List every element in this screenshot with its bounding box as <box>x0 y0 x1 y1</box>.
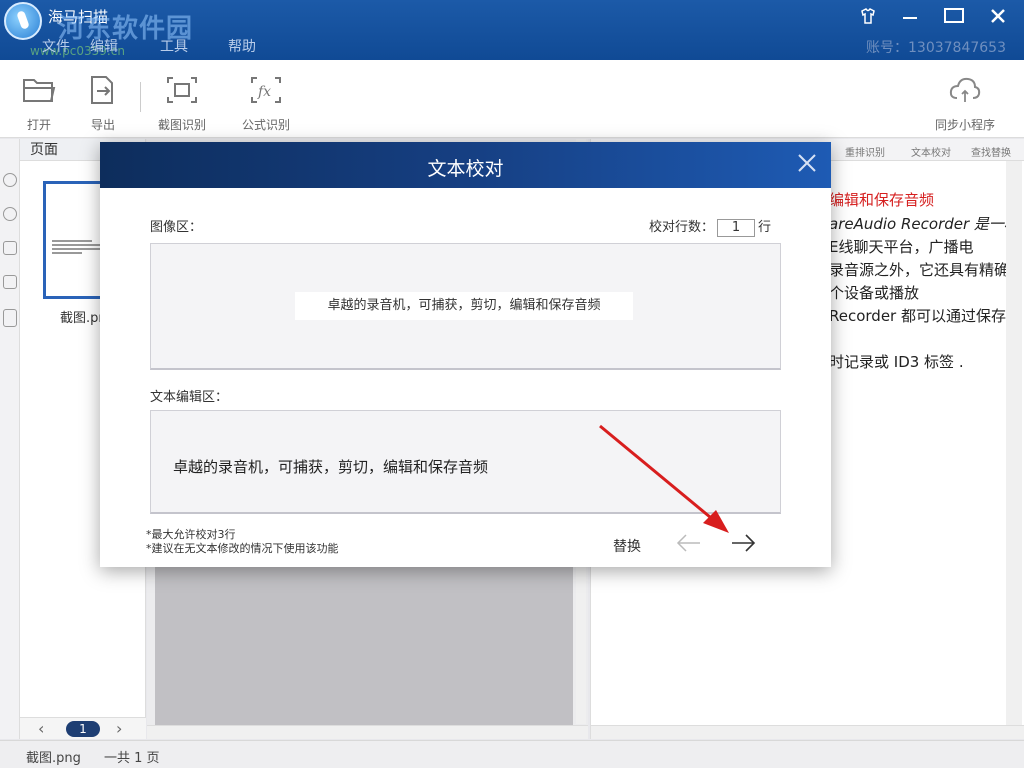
rotate-left-icon[interactable] <box>2 173 17 187</box>
image-area-text: 卓越的录音机，可捕获，剪切，编辑和保存音频 <box>295 292 633 320</box>
text-proofread-dialog: 文本校对 图像区： 校对行数： 1 行 卓越的录音机，可捕获，剪切，编辑和保存音频 … <box>100 142 831 567</box>
skin-icon[interactable] <box>856 6 880 30</box>
result-line: 编辑和保存音频 <box>829 191 935 209</box>
next-line-button[interactable] <box>728 530 758 556</box>
dialog-close-icon[interactable] <box>795 152 819 176</box>
text-proofread-button[interactable]: 文本校对 <box>911 144 951 159</box>
status-filename: 截图.png <box>26 751 81 766</box>
formula-icon: fx <box>248 74 284 110</box>
find-replace-button[interactable]: 查找替换 <box>971 144 1011 159</box>
screenshot-ocr-button[interactable]: 截图识别 <box>152 74 212 133</box>
reflow-ocr-button[interactable]: 重排识别 <box>845 144 885 159</box>
close-window-icon[interactable] <box>986 6 1010 30</box>
image-area-label: 图像区： <box>150 220 203 235</box>
menu-tools[interactable]: 工具 <box>160 36 188 56</box>
app-logo-icon <box>4 2 42 40</box>
proofread-lines-label: 校对行数： <box>649 220 715 235</box>
edit-textarea[interactable]: 卓越的录音机，可捕获，剪切，编辑和保存音频 <box>150 410 781 514</box>
result-line: Recorder 都可以通过保存 <box>829 307 1006 325</box>
proofread-lines-unit: 行 <box>758 220 772 235</box>
dialog-notes: *最大允许校对3行 *建议在无文本修改的情况下使用该功能 <box>146 528 339 556</box>
menu-file[interactable]: 文件 <box>42 36 70 56</box>
proofread-lines-control: 校对行数： 1 行 <box>649 216 771 237</box>
replace-button[interactable]: 替换 <box>613 536 641 556</box>
move-down-icon[interactable] <box>2 275 17 289</box>
status-page-count: 一共 1 页 <box>104 751 160 766</box>
dialog-title: 文本校对 <box>100 142 831 188</box>
rotate-right-icon[interactable] <box>2 207 17 221</box>
current-page-badge: 1 <box>66 721 100 737</box>
result-line: 时记录或 ID3 标签 . <box>829 353 964 371</box>
next-page-icon[interactable]: › <box>116 719 122 738</box>
prev-page-icon[interactable]: ‹ <box>38 719 44 738</box>
result-line: E线聊天平台，广播电 <box>829 238 974 256</box>
title-bar: 海马扫描 河东软件园 www.pc0359.cn 文件 编辑 工具 帮助 账号：… <box>0 0 1024 60</box>
text-horizontal-scrollbar[interactable] <box>591 725 1024 739</box>
menu-edit[interactable]: 编辑 <box>90 36 118 56</box>
trash-icon[interactable] <box>2 309 17 327</box>
open-button[interactable]: 打开 <box>20 74 58 133</box>
sync-label: 同步小程序 <box>934 118 995 132</box>
previous-line-button[interactable] <box>674 530 704 556</box>
export-label: 导出 <box>90 118 115 132</box>
cloud-sync-icon <box>947 74 983 110</box>
arrow-left-icon <box>676 534 700 552</box>
formula-ocr-button[interactable]: fx 公式识别 <box>236 74 296 133</box>
screenshot-ocr-label: 截图识别 <box>157 118 206 132</box>
export-icon <box>85 74 121 110</box>
formula-ocr-label: 公式识别 <box>241 118 290 132</box>
left-tool-rail <box>0 139 20 739</box>
note-usage: *建议在无文本修改的情况下使用该功能 <box>146 542 339 555</box>
toolbar: 打开 导出 截图识别 fx 公式识别 同步小程序 <box>0 60 1024 138</box>
image-horizontal-scrollbar[interactable] <box>147 725 588 739</box>
folder-icon <box>21 74 57 110</box>
crop-icon <box>164 74 200 110</box>
sync-button[interactable]: 同步小程序 <box>928 74 1002 133</box>
open-label: 打开 <box>26 118 51 132</box>
status-bar: 截图.png 一共 1 页 <box>0 740 1024 768</box>
result-line: 录音源之外，它还具有精确 <box>829 261 1010 279</box>
menu-help[interactable]: 帮助 <box>228 36 256 56</box>
text-vertical-scrollbar[interactable] <box>1006 161 1022 731</box>
edit-area-label: 文本编辑区： <box>150 390 229 405</box>
note-max-lines: *最大允许校对3行 <box>146 528 236 541</box>
svg-text:fx: fx <box>257 84 271 100</box>
result-line: areAudio Recorder 是一种 <box>829 215 1019 233</box>
account-label: 账号：13037847653 <box>866 40 1006 56</box>
maximize-icon[interactable] <box>942 6 966 30</box>
arrow-right-icon <box>732 534 756 552</box>
page-pager: ‹ 1 › <box>20 717 146 739</box>
result-line: 个设备或播放 <box>829 284 920 302</box>
image-area: 卓越的录音机，可捕获，剪切，编辑和保存音频 <box>150 243 781 370</box>
export-button[interactable]: 导出 <box>84 74 122 133</box>
move-up-icon[interactable] <box>2 241 17 255</box>
toolbar-separator <box>140 82 141 112</box>
proofread-lines-input[interactable]: 1 <box>717 218 756 237</box>
image-preview <box>155 559 573 725</box>
minimize-icon[interactable] <box>898 6 922 30</box>
